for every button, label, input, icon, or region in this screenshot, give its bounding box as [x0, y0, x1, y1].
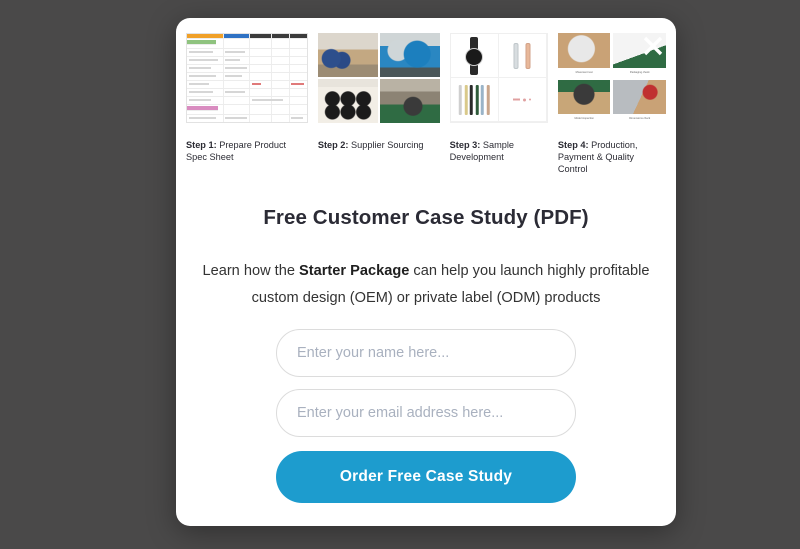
name-input[interactable] [276, 329, 576, 377]
steps-strip: Step 1: Prepare Product Spec Sheet Step … [186, 33, 666, 188]
case-study-modal: Step 1: Prepare Product Spec Sheet Step … [176, 18, 676, 526]
step-item-2: Step 2: Supplier Sourcing [317, 33, 440, 188]
qc-photo-4: Dimensions check [613, 79, 666, 123]
factory-photo-grid-icon [317, 33, 440, 123]
watch-photo [450, 34, 499, 78]
watch-cases-photo [498, 34, 547, 78]
qc-caption-4: Dimensions check [613, 114, 666, 123]
step-1-thumbnail [186, 33, 308, 131]
lead-capture-form: Order Free Case Study [276, 329, 576, 503]
subtitle-lead: Learn how the [202, 263, 300, 279]
watch-parts-photo [498, 78, 547, 122]
subtitle-highlight: Starter Package [299, 263, 410, 279]
factory-photo-3 [317, 79, 378, 123]
page-title: Free Customer Case Study (PDF) [263, 206, 589, 229]
step-3-thumbnail [449, 33, 548, 131]
factory-photo-2 [379, 33, 440, 77]
qc-caption-1: Movement test [557, 67, 611, 77]
qc-caption-2: Packaging check [613, 67, 666, 77]
step-2-number: Step 2: [317, 140, 349, 150]
step-1-label: Step 1: Prepare Product Spec Sheet [186, 139, 308, 163]
qc-photo-1: Movement test [557, 33, 611, 77]
step-1-number: Step 1: [186, 140, 217, 150]
factory-photo-1 [317, 33, 378, 77]
step-item-3: Step 3: Sample Development [449, 33, 548, 188]
close-icon [643, 36, 663, 56]
email-input[interactable] [276, 389, 576, 437]
qc-caption-3: Model inspection [557, 114, 611, 123]
step-2-text: Supplier Sourcing [348, 140, 424, 150]
step-3-label: Step 3: Sample Development [450, 139, 548, 163]
step-2-label: Step 2: Supplier Sourcing [318, 139, 440, 151]
step-4-label: Step 4: Production, Payment & Quality Co… [558, 139, 666, 175]
factory-photo-4 [379, 79, 440, 123]
step-item-1: Step 1: Prepare Product Spec Sheet [186, 33, 308, 188]
watch-samples-grid-icon [449, 33, 548, 123]
step-3-number: Step 3: [449, 140, 481, 150]
watch-straps-photo [450, 78, 499, 122]
step-2-thumbnail [317, 33, 440, 131]
order-free-case-study-button[interactable]: Order Free Case Study [276, 451, 576, 503]
close-button[interactable] [637, 30, 669, 62]
qc-photo-3: Model inspection [557, 79, 611, 123]
spec-sheet-spreadsheet-icon [186, 33, 308, 123]
step-4-number: Step 4: [557, 140, 589, 150]
modal-subtitle: Learn how the Starter Package can help y… [200, 258, 652, 312]
